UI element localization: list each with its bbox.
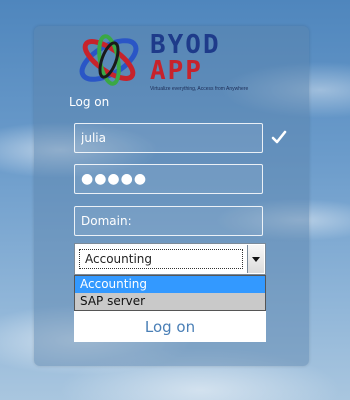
brand-name-bottom: APP <box>150 56 203 86</box>
globe-swirl-icon <box>79 34 139 86</box>
checkmark-icon <box>271 130 287 144</box>
brand-name-top: BYOD <box>150 30 221 60</box>
server-select[interactable]: Accounting <box>74 243 266 275</box>
server-dropdown-list: Accounting SAP server <box>74 275 266 311</box>
logo: BYOD APP Virtualize everything, Access f… <box>76 30 256 92</box>
domain-input[interactable] <box>74 206 263 236</box>
logon-heading: Log on <box>69 95 110 109</box>
chevron-down-icon[interactable] <box>247 245 264 273</box>
password-input[interactable] <box>74 164 263 194</box>
dropdown-option-sap-server[interactable]: SAP server <box>75 293 265 310</box>
dropdown-option-accounting[interactable]: Accounting <box>75 276 265 293</box>
brand-tagline: Virtualize everything, Access from Anywh… <box>150 86 249 92</box>
server-select-value: Accounting <box>79 249 243 269</box>
username-input[interactable] <box>74 123 263 153</box>
logon-button[interactable]: Log on <box>74 311 266 342</box>
